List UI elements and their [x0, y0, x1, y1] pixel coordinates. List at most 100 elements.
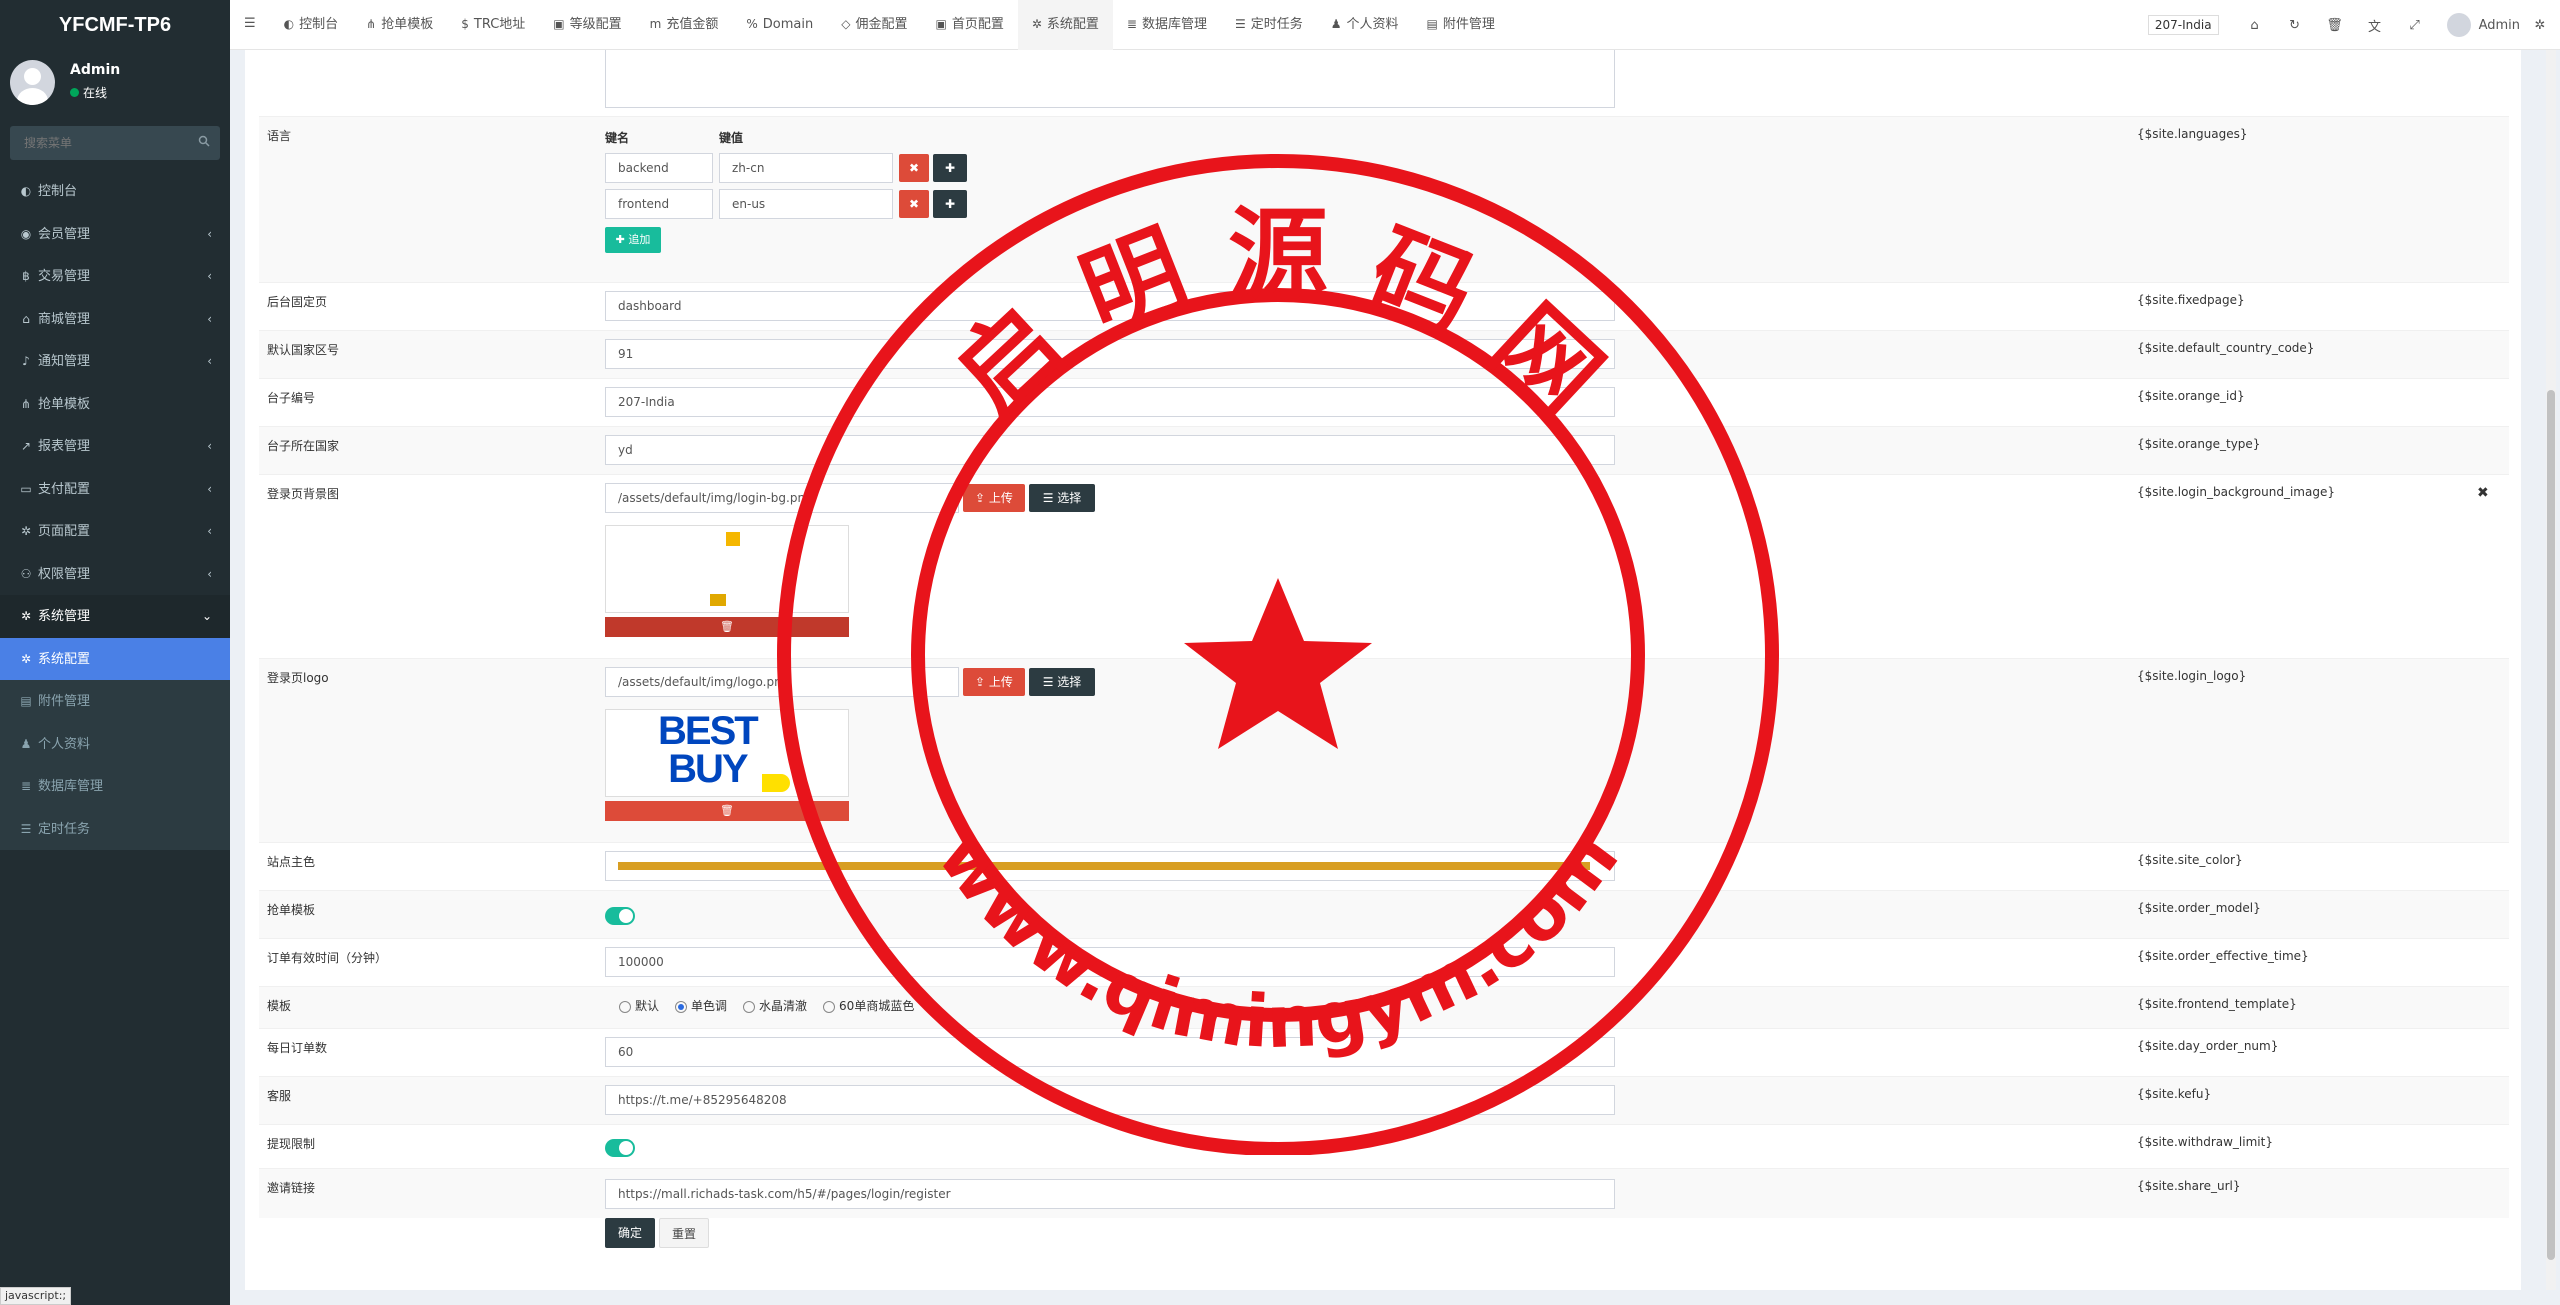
orange-type-input[interactable]: yd [605, 435, 1615, 465]
menu-toggle-icon[interactable]: ☰ [230, 0, 270, 50]
settings-gear-icon[interactable]: ✲ [2520, 18, 2560, 33]
drag-row-button[interactable]: ✚ [933, 190, 967, 218]
fullscreen-icon[interactable]: ⤢ [2395, 18, 2435, 33]
tab-item[interactable]: ◐ 控制台 [270, 0, 353, 50]
sidebar-item[interactable]: ♟ 个人资料 [0, 722, 230, 765]
choose-button[interactable]: ☰ 选择 [1029, 668, 1095, 696]
admin-name[interactable]: Admin [2479, 18, 2520, 33]
delete-image-button[interactable]: 🗑 [605, 617, 849, 637]
share-url-input[interactable]: https://mall.richads-task.com/h5/#/pages… [605, 1179, 1615, 1209]
app-logo[interactable]: YFCMF-TP6 [0, 0, 230, 50]
user-circle-icon: ◉ [20, 226, 32, 241]
page-scrollbar[interactable] [2546, 50, 2556, 1290]
sidebar-item-label: 抢单模板 [38, 396, 91, 412]
radio-circle[interactable] [675, 1000, 688, 1013]
tab-label: 控制台 [299, 17, 339, 32]
lang-key-input[interactable]: frontend [605, 189, 713, 219]
sidebar-item[interactable]: ✲ 系统管理 ⌄ [0, 595, 230, 638]
row-key: {$site.login_background_image} [2137, 485, 2335, 499]
sidebar-item[interactable]: ◉ 会员管理 ‹ [0, 213, 230, 256]
scrollbar-thumb[interactable] [2547, 390, 2555, 1260]
order-time-input[interactable]: 100000 [605, 947, 1615, 977]
translate-icon[interactable]: 文 [2355, 16, 2395, 35]
sidebar-item[interactable]: ⋔ 抢单模板 [0, 383, 230, 426]
submit-button[interactable]: 确定 [605, 1218, 655, 1248]
trash-icon[interactable]: 🗑 [2315, 18, 2355, 33]
sidebar-item[interactable]: ◐ 控制台 [0, 170, 230, 213]
navbar-right: 207-India ⌂ ↻ 🗑 文 ⤢ Admin ✲ [2147, 0, 2560, 50]
country-code-input[interactable]: 91 [605, 339, 1615, 369]
search-icon[interactable] [198, 135, 210, 147]
template-radio[interactable]: 60单商城蓝色 [823, 997, 914, 1014]
upload-label: 上传 [988, 675, 1013, 689]
day-order-input[interactable]: 60 [605, 1037, 1615, 1067]
tab-item[interactable]: ☰ 定时任务 [1221, 0, 1317, 50]
template-radio[interactable]: 单色调 [675, 997, 727, 1014]
home-icon[interactable]: ⌂ [2235, 18, 2275, 33]
tab-item[interactable]: ◇ 佣金配置 [827, 0, 921, 50]
cogs-icon: ✲ [20, 609, 32, 623]
textarea-partial[interactable] [605, 50, 1615, 108]
delete-image-button[interactable]: 🗑 [605, 801, 849, 821]
upload-button[interactable]: ⇪ 上传 [963, 484, 1025, 512]
template-radio[interactable]: 默认 [619, 997, 659, 1014]
search-input[interactable] [10, 126, 220, 160]
login-bg-input[interactable]: /assets/default/img/login-bg.png [605, 483, 959, 513]
sidebar-item[interactable]: ≣ 数据库管理 [0, 765, 230, 808]
top-navbar: ☰ ◐ 控制台 ⋔ 抢单模板 $ TRC地址 ▣ 等级配置 m 充值金额% Domain ◇ 佣金配置 ▣… [230, 0, 2560, 50]
remove-row-button[interactable]: ✖ [899, 190, 929, 218]
drag-row-button[interactable]: ✚ [933, 154, 967, 182]
upload-button[interactable]: ⇪ 上传 [963, 668, 1025, 696]
row-share-url: 邀请链接 https://mall.richads-task.com/h5/#/… [259, 1168, 2509, 1218]
lang-val-input[interactable]: zh-cn [719, 153, 893, 183]
sidebar-item[interactable]: ▭ 支付配置 ‹ [0, 468, 230, 511]
template-radio[interactable]: 水晶清澈 [743, 997, 807, 1014]
sidebar-item[interactable]: ฿ 交易管理 ‹ [0, 255, 230, 298]
lang-val-input[interactable]: en-us [719, 189, 893, 219]
site-badge[interactable]: 207-India [2147, 15, 2219, 35]
clear-icon[interactable]: ✖ [2477, 485, 2489, 501]
sidebar-item[interactable]: ⚇ 权限管理 ‹ [0, 553, 230, 596]
tab-label: 数据库管理 [1141, 17, 1207, 32]
radio-circle[interactable] [823, 1000, 836, 1013]
orange-id-input[interactable]: 207-India [605, 387, 1615, 417]
tab-item[interactable]: % Domain [732, 0, 827, 50]
tab-item[interactable]: ▤ 附件管理 [1413, 0, 1509, 50]
tab-item[interactable]: ♟ 个人资料 [1317, 0, 1413, 50]
tab-item[interactable]: $ TRC地址 [447, 0, 539, 50]
reset-button[interactable]: 重置 [659, 1218, 709, 1248]
sidebar-item[interactable]: ✲ 页面配置 ‹ [0, 510, 230, 553]
tab-item[interactable]: ⋔ 抢单模板 [352, 0, 447, 50]
site-color-input[interactable] [605, 851, 1615, 881]
sidebar-menu: ◐ 控制台 ◉ 会员管理 ‹ ฿交易管理 ‹ ⌂ 商城管理 ‹ ♪ 通知管理 ‹ ⋔ 抢单模板 ↗ 报表管理 ‹ ▭… [0, 170, 230, 850]
tab-item[interactable]: ✲ 系统配置 [1017, 0, 1113, 50]
sidebar-item[interactable]: ☰ 定时任务 [0, 807, 230, 850]
choose-button[interactable]: ☰ 选择 [1029, 484, 1095, 512]
tab-item[interactable]: ▣ 等级配置 [539, 0, 635, 50]
tab-item[interactable]: m 充值金额 [636, 0, 733, 50]
withdraw-toggle[interactable] [605, 1139, 635, 1157]
lang-key-input[interactable]: backend [605, 153, 713, 183]
login-logo-input[interactable]: /assets/default/img/logo.png [605, 667, 959, 697]
refresh-icon[interactable]: ↻ [2275, 18, 2315, 33]
sidebar-item[interactable]: ✲ 系统配置 [0, 637, 230, 680]
tab-item[interactable]: ≣ 数据库管理 [1113, 0, 1221, 50]
sidebar-item[interactable]: ▤ 附件管理 [0, 680, 230, 723]
sidebar-item-label: 个人资料 [38, 736, 91, 752]
admin-avatar[interactable] [2446, 13, 2471, 37]
sidebar-item[interactable]: ↗ 报表管理 ‹ [0, 425, 230, 468]
tab-label: 等级配置 [569, 17, 622, 32]
sidebar-item[interactable]: ♪ 通知管理 ‹ [0, 340, 230, 383]
order-model-toggle[interactable] [605, 907, 635, 925]
kefu-input[interactable]: https://t.me/+85295648208 [605, 1085, 1615, 1115]
row-order-time: 订单有效时间（分钟） 100000 {$site.order_effective… [259, 938, 2509, 986]
radio-circle[interactable] [743, 1000, 756, 1013]
radio-circle[interactable] [619, 1000, 631, 1013]
add-row-button[interactable]: ✚ 追加 [605, 227, 661, 253]
fixedpage-input[interactable]: dashboard [605, 291, 1615, 321]
choose-label: 选择 [1057, 675, 1082, 689]
tab-item[interactable]: ▣ 首页配置 [921, 0, 1017, 50]
row-label: 邀请链接 [267, 1181, 316, 1195]
remove-row-button[interactable]: ✖ [899, 154, 929, 182]
sidebar-item[interactable]: ⌂ 商城管理 ‹ [0, 298, 230, 341]
